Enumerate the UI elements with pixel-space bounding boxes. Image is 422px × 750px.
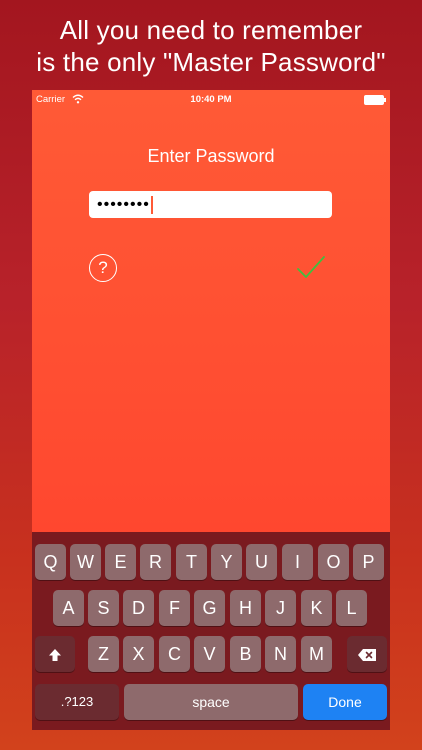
key-d[interactable]: D	[123, 590, 154, 626]
key-e[interactable]: E	[105, 544, 136, 580]
backspace-icon	[358, 648, 376, 661]
keyboard: Q W E R T Y U I O P A S D F G H J K L Z …	[32, 532, 390, 730]
page-title: Enter Password	[147, 146, 275, 166]
headline: All you need to remember is the only "Ma…	[0, 14, 422, 78]
key-b[interactable]: B	[230, 636, 261, 672]
key-f[interactable]: F	[159, 590, 190, 626]
done-button[interactable]: Done	[303, 684, 387, 720]
key-u[interactable]: U	[246, 544, 277, 580]
shift-arrow-icon	[49, 648, 61, 661]
key-g[interactable]: G	[194, 590, 225, 626]
delete-key[interactable]	[347, 636, 387, 672]
battery-icon	[364, 95, 386, 105]
headline-line-1: All you need to remember	[59, 15, 363, 45]
password-value: ••••••••	[97, 196, 150, 213]
help-button[interactable]: ?	[89, 254, 117, 282]
key-s[interactable]: S	[88, 590, 119, 626]
key-q[interactable]: Q	[35, 544, 66, 580]
shift-key[interactable]	[35, 636, 75, 672]
password-input[interactable]: ••••••••	[89, 191, 332, 218]
status-bar: Carrier 10:40 PM	[32, 90, 390, 110]
phone-screen: Carrier 10:40 PM Enter Password ••••••••…	[32, 90, 390, 730]
key-n[interactable]: N	[265, 636, 296, 672]
key-z[interactable]: Z	[88, 636, 119, 672]
clock: 10:40 PM	[190, 94, 232, 105]
key-o[interactable]: O	[318, 544, 349, 580]
space-key[interactable]: space	[124, 684, 298, 720]
numbers-key[interactable]: .?123	[35, 684, 119, 720]
key-l[interactable]: L	[336, 590, 367, 626]
key-c[interactable]: C	[159, 636, 190, 672]
key-v[interactable]: V	[194, 636, 225, 672]
key-x[interactable]: X	[123, 636, 154, 672]
key-t[interactable]: T	[176, 544, 207, 580]
key-r[interactable]: R	[140, 544, 171, 580]
key-k[interactable]: K	[301, 590, 332, 626]
key-y[interactable]: Y	[211, 544, 242, 580]
key-i[interactable]: I	[282, 544, 313, 580]
key-p[interactable]: P	[353, 544, 384, 580]
key-a[interactable]: A	[53, 590, 84, 626]
key-w[interactable]: W	[70, 544, 101, 580]
checkmark-icon[interactable]	[296, 254, 326, 280]
key-j[interactable]: J	[265, 590, 296, 626]
headline-line-2: is the only "Master Password"	[36, 47, 386, 77]
key-m[interactable]: M	[301, 636, 332, 672]
key-h[interactable]: H	[230, 590, 261, 626]
text-caret	[150, 195, 153, 214]
